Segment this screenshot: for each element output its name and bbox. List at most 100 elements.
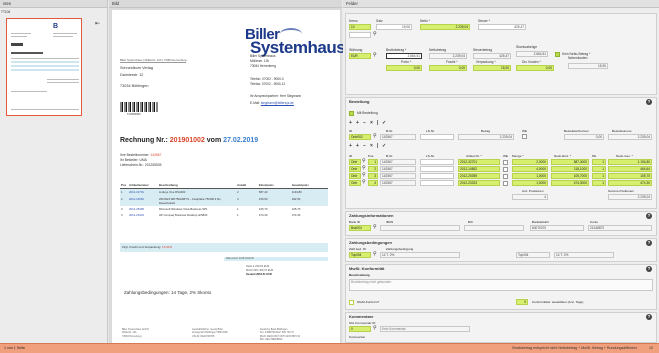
search-icon[interactable]: ⚲ xyxy=(373,225,377,231)
row-lsnr-field[interactable] xyxy=(420,180,454,186)
remove-icon[interactable]: − xyxy=(363,120,366,126)
page-thumbnail[interactable]: B xyxy=(6,18,82,116)
comment-id-field[interactable]: 0 xyxy=(349,326,371,332)
row-bnr-field[interactable]: 142567 xyxy=(380,173,416,179)
row-ges-field[interactable]: 464,64 xyxy=(608,166,652,172)
vat-days-field[interactable]: 0 xyxy=(516,299,528,305)
row-artikel-field[interactable]: 2012-32701 xyxy=(458,159,500,165)
search-icon[interactable]: ⚲ xyxy=(362,173,366,179)
search-icon[interactable]: ⚲ xyxy=(373,134,377,140)
summe-positionen-field[interactable]: 2.239,04 xyxy=(608,194,652,200)
row-pe-field[interactable]: 1 xyxy=(592,166,606,172)
row-einz-field[interactable]: 118,1000 xyxy=(551,166,589,172)
search-icon[interactable]: ⚲ xyxy=(373,53,377,59)
row-einz-field[interactable]: 105,7000 xyxy=(551,173,589,179)
bankleitzahl-field[interactable]: 60070070 xyxy=(530,225,584,231)
order-bnr-field[interactable]: 142567 xyxy=(380,134,416,140)
order-id-field[interactable]: Ordr002 xyxy=(349,134,371,140)
row-bnr-field[interactable]: 142567 xyxy=(380,159,416,165)
vat-conform-checkbox[interactable] xyxy=(349,300,354,305)
row-menge-field[interactable]: 1,0000 xyxy=(512,173,548,179)
row-einz-field[interactable]: 587,4000 xyxy=(551,159,589,165)
mit-bestellung-checkbox[interactable] xyxy=(349,111,354,116)
verpackung-field[interactable]: 15,90 xyxy=(473,65,511,71)
bank-id-field[interactable]: Bnk004 xyxy=(349,225,371,231)
row-pe-field[interactable]: 1 xyxy=(592,159,606,165)
help-icon[interactable]: ? xyxy=(646,240,652,246)
email-link[interactable]: siegmann@billersys.de xyxy=(261,101,294,105)
row-pos-field[interactable]: 3 xyxy=(368,173,378,179)
kreso-field[interactable]: 10 xyxy=(349,24,371,30)
search-icon[interactable]: ⚲ xyxy=(373,326,377,332)
zahlbed-id2-field[interactable]: Top004 xyxy=(516,252,550,258)
add-icon[interactable]: + xyxy=(349,143,352,149)
brutto-field[interactable]: 2.664,51 xyxy=(386,53,422,59)
steuer-field[interactable]: 425,47 xyxy=(478,24,526,30)
confirm-icon[interactable]: ✓ xyxy=(382,143,386,149)
bestellwert-field[interactable]: 0,00 xyxy=(564,134,604,140)
nebenkosten-field[interactable]: 15,90 xyxy=(568,63,608,69)
row-pos-field[interactable]: 4 xyxy=(368,180,378,186)
zahlbed-id-field[interactable]: Top004 xyxy=(349,252,371,258)
row-pe-field[interactable]: 1 xyxy=(592,173,606,179)
kein-netto-checkbox[interactable] xyxy=(555,52,560,57)
row-ges-field[interactable]: 474,30 xyxy=(608,180,652,186)
satz-field[interactable]: 19,00 xyxy=(376,24,412,30)
order-lsnr-field[interactable] xyxy=(420,134,454,140)
order-betrag-field[interactable]: 2.239,04 xyxy=(458,134,514,140)
netto-field[interactable]: 2.239,04 xyxy=(420,24,470,30)
pin-icon[interactable]: ⇤ xyxy=(95,20,100,27)
row-pe-field[interactable]: 1 xyxy=(592,180,606,186)
row-id-field[interactable]: Ordr xyxy=(349,159,361,165)
help-icon[interactable]: ? xyxy=(646,99,652,105)
we-checkbox[interactable] xyxy=(522,134,527,139)
row-we-checkbox[interactable] xyxy=(503,180,508,186)
search-icon[interactable]: ⚲ xyxy=(373,252,377,258)
row-lsnr-field[interactable] xyxy=(420,166,454,172)
row-lsnr-field[interactable] xyxy=(420,173,454,179)
add-all-icon[interactable]: + xyxy=(356,120,359,126)
row-pos-field[interactable]: 1 xyxy=(368,159,378,165)
row-einz-field[interactable]: 474,3000 xyxy=(551,180,589,186)
add-all-icon[interactable]: + xyxy=(356,143,359,149)
row-menge-field[interactable]: 4,0000 xyxy=(512,166,548,172)
steuerbetrag-field[interactable]: 425,47 xyxy=(473,53,511,59)
search-icon[interactable]: ⚲ xyxy=(362,166,366,172)
help-icon[interactable]: ? xyxy=(646,213,652,219)
iban-field[interactable] xyxy=(380,225,460,231)
row-artikel-field[interactable]: 2012-23323 xyxy=(458,180,500,186)
zahlbed-text2-field[interactable]: 14 T. 2% xyxy=(554,252,614,258)
row-bnr-field[interactable]: 142567 xyxy=(380,180,416,186)
nettobetrag-field[interactable]: 2.239,04 xyxy=(429,53,467,59)
delete-icon[interactable]: × xyxy=(370,143,373,149)
bic-field[interactable] xyxy=(464,225,524,231)
help-icon[interactable]: ? xyxy=(646,314,652,320)
remove-icon[interactable]: − xyxy=(363,143,366,149)
row-ges-field[interactable]: 1.194,80 xyxy=(608,159,652,165)
row-menge-field[interactable]: 2,0000 xyxy=(512,159,548,165)
row-artikel-field[interactable]: 2012-14652 xyxy=(458,166,500,172)
row-menge-field[interactable]: 1,0000 xyxy=(512,180,548,186)
help-icon[interactable]: ? xyxy=(646,266,652,272)
search-icon[interactable]: ⚲ xyxy=(362,159,366,165)
row-we-checkbox[interactable] xyxy=(503,159,508,165)
delete-icon[interactable]: × xyxy=(370,120,373,126)
comment-text-field[interactable]: Kein Kommentar xyxy=(380,326,470,332)
row-we-checkbox[interactable] xyxy=(503,166,508,172)
row-id-field[interactable]: Ordr xyxy=(349,166,361,172)
zahlbed-text-field[interactable]: 14 T. 2% xyxy=(380,252,460,258)
konto-field[interactable]: 21348872 xyxy=(588,225,652,231)
row-ges-field[interactable]: 105,70 xyxy=(608,173,652,179)
search-icon[interactable]: ⚲ xyxy=(373,32,377,38)
row-id-field[interactable]: Ordr xyxy=(349,173,361,179)
extra-field[interactable] xyxy=(349,32,371,38)
add-icon[interactable]: + xyxy=(349,120,352,126)
skonto-field[interactable]: 2.664,51 xyxy=(516,51,548,57)
row-lsnr-field[interactable] xyxy=(420,159,454,165)
row-id-field[interactable]: Ordr xyxy=(349,180,361,186)
search-icon[interactable]: ⚲ xyxy=(362,180,366,186)
fracht-field[interactable]: 0,00 xyxy=(429,65,467,71)
waehrung-field[interactable]: EUR xyxy=(349,53,371,59)
row-artikel-field[interactable]: 2012-25395 xyxy=(458,173,500,179)
porto-field[interactable]: 0,00 xyxy=(386,65,422,71)
